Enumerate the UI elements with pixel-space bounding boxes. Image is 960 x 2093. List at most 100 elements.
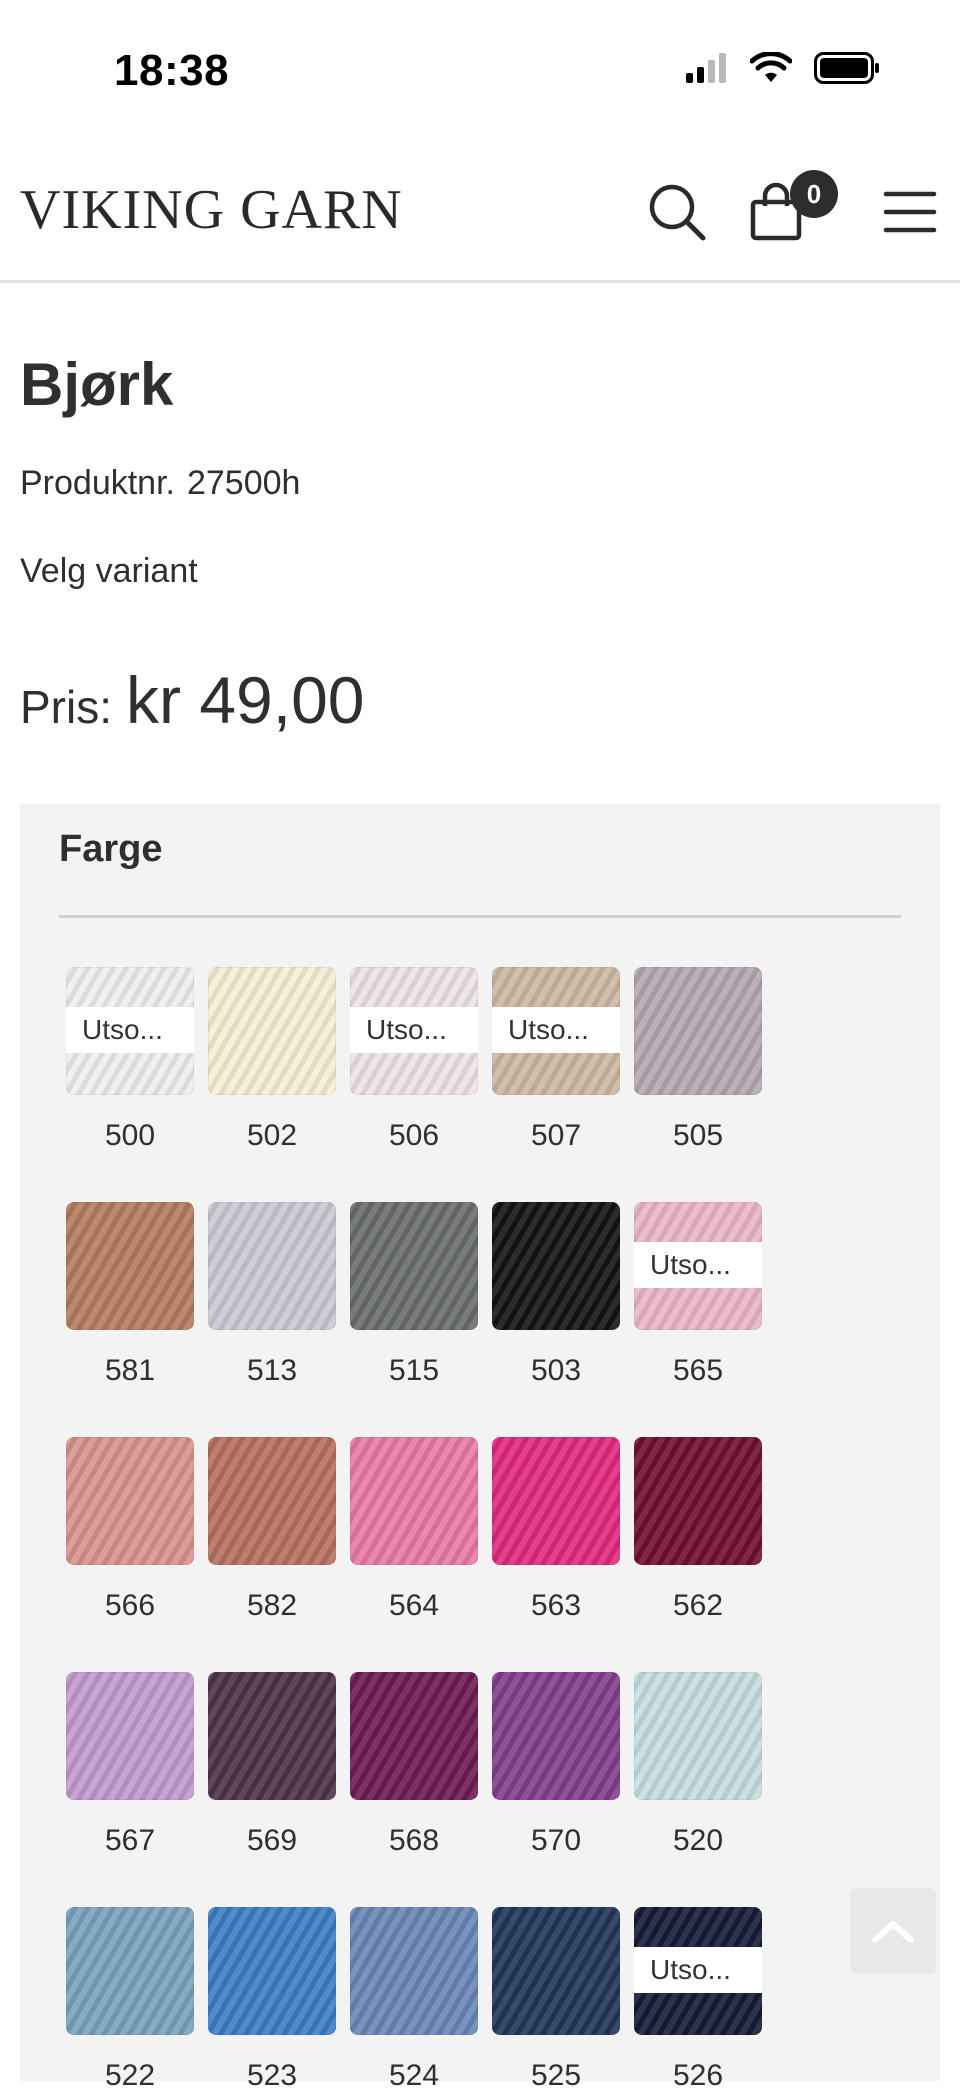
yarn-swatch-image (350, 1672, 478, 1800)
color-swatch[interactable]: 520 (634, 1672, 762, 1858)
hamburger-menu-icon (883, 191, 937, 233)
cart-count-badge: 0 (790, 170, 838, 218)
color-swatch[interactable]: Utso... 500 (66, 967, 194, 1153)
viking-garn-logo[interactable]: VIKING GARN (20, 182, 403, 238)
yarn-swatch-image: Utso... (634, 1907, 762, 2035)
swatch-code: 500 (104, 1119, 156, 1152)
price-label: Pris: (20, 681, 112, 733)
color-swatch[interactable]: 525 (492, 1907, 620, 2093)
yarn-swatch-image (634, 1437, 762, 1565)
yarn-swatch-image (350, 1907, 478, 2035)
color-swatch[interactable]: 566 (66, 1437, 194, 1623)
swatch-code: 506 (388, 1119, 440, 1152)
yarn-swatch-image (66, 1672, 194, 1800)
swatch-code: 502 (246, 1119, 298, 1152)
search-button[interactable] (645, 180, 709, 244)
color-swatch[interactable]: 513 (208, 1202, 336, 1388)
color-swatch[interactable]: 515 (350, 1202, 478, 1388)
chevron-up-icon (872, 1921, 914, 1943)
color-panel-title: Farge (59, 828, 163, 870)
variant-label: Velg variant (20, 552, 198, 590)
yarn-swatch-image (492, 1437, 620, 1565)
color-swatch[interactable]: 570 (492, 1672, 620, 1858)
yarn-swatch-image (350, 1437, 478, 1565)
swatch-code: 565 (672, 1354, 724, 1387)
product-price: Pris: kr 49,00 (20, 662, 364, 738)
sold-out-label: Utso... (492, 1007, 620, 1053)
color-swatch[interactable]: Utso... 565 (634, 1202, 762, 1388)
product-title: Bjørk (20, 351, 174, 418)
swatch-code: 563 (530, 1589, 582, 1622)
color-swatch[interactable]: 524 (350, 1907, 478, 2093)
yarn-swatch-image (66, 1202, 194, 1330)
color-swatch[interactable]: 568 (350, 1672, 478, 1858)
color-swatch[interactable]: Utso... 506 (350, 967, 478, 1153)
swatch-code: 526 (672, 2059, 724, 2092)
color-swatch[interactable]: 562 (634, 1437, 762, 1623)
color-swatch[interactable]: 567 (66, 1672, 194, 1858)
scroll-to-top-button[interactable] (850, 1888, 936, 1974)
yarn-swatch-image (492, 1907, 620, 2035)
swatch-code: 564 (388, 1589, 440, 1622)
swatch-code: 582 (246, 1589, 298, 1622)
swatch-code: 570 (530, 1824, 582, 1857)
swatch-code: 566 (104, 1589, 156, 1622)
wifi-icon (749, 51, 793, 89)
yarn-swatch-image (634, 967, 762, 1095)
yarn-swatch-image (208, 1437, 336, 1565)
status-time: 18:38 (114, 46, 230, 95)
product-number-value: 27500h (186, 464, 301, 502)
battery-icon (814, 52, 880, 89)
swatch-code: 503 (530, 1354, 582, 1387)
swatch-code: 525 (530, 2059, 582, 2092)
color-swatch[interactable]: 563 (492, 1437, 620, 1623)
divider (59, 915, 901, 918)
color-swatch[interactable]: 502 (208, 967, 336, 1153)
menu-button[interactable] (878, 180, 942, 244)
yarn-swatch-image (492, 1672, 620, 1800)
product-number-label: Produktnr. (20, 464, 175, 502)
yarn-swatch-image (208, 1202, 336, 1330)
sold-out-label: Utso... (66, 1007, 194, 1053)
color-swatch[interactable]: 569 (208, 1672, 336, 1858)
swatch-code: 562 (672, 1589, 724, 1622)
color-swatch[interactable]: 581 (66, 1202, 194, 1388)
yarn-swatch-image (350, 1202, 478, 1330)
status-icons (686, 51, 880, 89)
color-swatch[interactable]: 523 (208, 1907, 336, 2093)
yarn-swatch-image: Utso... (350, 967, 478, 1095)
color-panel: Farge Utso... 500 502 Utso... 506 Utso... 507 5… (20, 804, 940, 2092)
swatch-code: 505 (672, 1119, 724, 1152)
color-swatch[interactable]: 505 (634, 967, 762, 1153)
status-bar: 18:38 (0, 0, 960, 140)
yarn-swatch-image (66, 1437, 194, 1565)
color-swatch[interactable]: 503 (492, 1202, 620, 1388)
swatch-code: 522 (104, 2059, 156, 2092)
yarn-swatch-image (208, 1672, 336, 1800)
swatch-code: 520 (672, 1824, 724, 1857)
search-icon (649, 184, 706, 241)
swatch-code: 568 (388, 1824, 440, 1857)
color-swatch[interactable]: 564 (350, 1437, 478, 1623)
yarn-swatch-image (634, 1672, 762, 1800)
swatch-code: 569 (246, 1824, 298, 1857)
price-value: kr 49,00 (126, 663, 365, 737)
yarn-swatch-image (208, 967, 336, 1095)
swatch-code: 523 (246, 2059, 298, 2092)
yarn-swatch-image: Utso... (634, 1202, 762, 1330)
yarn-swatch-image: Utso... (492, 967, 620, 1095)
color-swatch[interactable]: 522 (66, 1907, 194, 2093)
swatch-code: 524 (388, 2059, 440, 2092)
swatch-code: 507 (530, 1119, 582, 1152)
yarn-swatch-image (66, 1907, 194, 2035)
sold-out-label: Utso... (634, 1242, 762, 1288)
color-swatch[interactable]: Utso... 507 (492, 967, 620, 1153)
swatch-code: 515 (388, 1354, 440, 1387)
swatch-code: 567 (104, 1824, 156, 1857)
site-header: VIKING GARN 0 (0, 140, 960, 283)
color-swatch[interactable]: 582 (208, 1437, 336, 1623)
color-swatch[interactable]: Utso... 526 (634, 1907, 762, 2093)
yarn-swatch-image: Utso... (66, 967, 194, 1095)
yarn-swatch-image (492, 1202, 620, 1330)
swatch-code: 581 (104, 1354, 156, 1387)
